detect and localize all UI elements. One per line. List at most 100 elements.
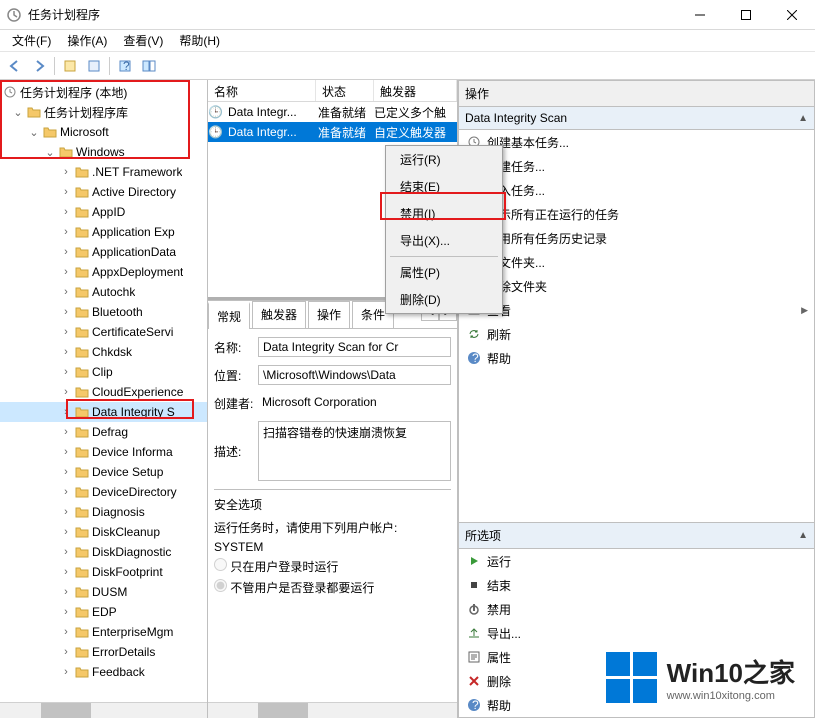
close-button[interactable] xyxy=(769,0,815,30)
expand-icon[interactable]: › xyxy=(58,646,74,658)
tree-folder[interactable]: ›DiskFootprint xyxy=(0,562,207,582)
actions-section-title2[interactable]: 所选项 ▲ xyxy=(458,523,815,549)
tree-folder[interactable]: ›DiskDiagnostic xyxy=(0,542,207,562)
tree-folder[interactable]: ›CertificateServi xyxy=(0,322,207,342)
tree-folder[interactable]: ›EnterpriseMgm xyxy=(0,622,207,642)
tab-actions[interactable]: 操作 xyxy=(308,301,350,328)
menu-action[interactable]: 操作(A) xyxy=(59,30,115,51)
tree-pane[interactable]: 任务计划程序 (本地) ⌄ 任务计划程序库 ⌄ Microsoft ⌄ Wind… xyxy=(0,80,208,718)
scrollbar-horizontal[interactable] xyxy=(208,702,457,718)
tree-folder[interactable]: ›Device Informa xyxy=(0,442,207,462)
tab-triggers[interactable]: 触发器 xyxy=(252,301,306,328)
action-export[interactable]: 导出... xyxy=(459,621,814,645)
ctx-run[interactable]: 运行(R) xyxy=(386,146,502,173)
tree-folder[interactable]: ›.NET Framework xyxy=(0,162,207,182)
action-task[interactable]: 创建任务... xyxy=(459,154,814,178)
action-import[interactable]: 导入任务... xyxy=(459,178,814,202)
tool-properties[interactable] xyxy=(83,55,105,77)
tree-library[interactable]: ⌄ 任务计划程序库 xyxy=(0,102,207,122)
col-name[interactable]: 名称 xyxy=(208,80,316,101)
expand-icon[interactable]: ⌄ xyxy=(26,126,42,139)
tree-folder[interactable]: ›Bluetooth xyxy=(0,302,207,322)
task-row[interactable]: 🕒 Data Integr... 准备就绪 已定义多个触 xyxy=(208,102,457,122)
tree-folder[interactable]: ›CloudExperience xyxy=(0,382,207,402)
action-enable[interactable]: 启用所有任务历史记录 xyxy=(459,226,814,250)
expand-icon[interactable]: › xyxy=(58,506,74,518)
expand-icon[interactable]: › xyxy=(58,386,74,398)
tree-folder[interactable]: ›Clip xyxy=(0,362,207,382)
forward-button[interactable] xyxy=(28,55,50,77)
expand-icon[interactable]: › xyxy=(58,566,74,578)
back-button[interactable] xyxy=(4,55,26,77)
expand-icon[interactable]: › xyxy=(58,406,74,418)
action-show[interactable]: 显示所有正在运行的任务 xyxy=(459,202,814,226)
expand-icon[interactable]: › xyxy=(58,166,74,178)
expand-icon[interactable]: › xyxy=(58,206,74,218)
task-row[interactable]: 🕒 Data Integr... 准备就绪 自定义触发器 xyxy=(208,122,457,142)
tree-folder[interactable]: ›ApplicationData xyxy=(0,242,207,262)
collapse-icon[interactable]: ▲ xyxy=(798,530,808,541)
tree-folder[interactable]: ›DUSM xyxy=(0,582,207,602)
tree-folder[interactable]: ›Application Exp xyxy=(0,222,207,242)
ctx-delete[interactable]: 删除(D) xyxy=(386,286,502,313)
ctx-properties[interactable]: 属性(P) xyxy=(386,259,502,286)
expand-icon[interactable]: › xyxy=(58,486,74,498)
action-view[interactable]: 查看▶ xyxy=(459,298,814,322)
tree-folder[interactable]: ›Active Directory xyxy=(0,182,207,202)
col-trigger[interactable]: 触发器 xyxy=(374,80,457,101)
expand-icon[interactable]: › xyxy=(58,446,74,458)
expand-icon[interactable]: › xyxy=(58,466,74,478)
tree-folder[interactable]: ›Feedback xyxy=(0,662,207,682)
expand-icon[interactable]: › xyxy=(58,306,74,318)
tree-folder[interactable]: ›Data Integrity S xyxy=(0,402,207,422)
expand-icon[interactable]: › xyxy=(58,286,74,298)
tree-windows[interactable]: ⌄ Windows xyxy=(0,142,207,162)
expand-icon[interactable]: › xyxy=(58,346,74,358)
expand-icon[interactable]: › xyxy=(58,626,74,638)
action-task[interactable]: 创建基本任务... xyxy=(459,130,814,154)
action-newf[interactable]: 新文件夹... xyxy=(459,250,814,274)
actions-section-title[interactable]: Data Integrity Scan ▲ xyxy=(458,107,815,130)
expand-icon[interactable]: › xyxy=(58,426,74,438)
tool-help[interactable]: ? xyxy=(114,55,136,77)
expand-icon[interactable]: › xyxy=(58,366,74,378)
expand-icon[interactable]: › xyxy=(58,326,74,338)
tree-folder[interactable]: ›DiskCleanup xyxy=(0,522,207,542)
ctx-end[interactable]: 结束(E) xyxy=(386,173,502,200)
tree-folder[interactable]: ›Autochk xyxy=(0,282,207,302)
expand-icon[interactable]: › xyxy=(58,606,74,618)
tree-folder[interactable]: ›AppxDeployment xyxy=(0,262,207,282)
tree-folder[interactable]: ›AppID xyxy=(0,202,207,222)
ctx-export[interactable]: 导出(X)... xyxy=(386,227,502,254)
tree-folder[interactable]: ›DeviceDirectory xyxy=(0,482,207,502)
tree-folder[interactable]: ›Device Setup xyxy=(0,462,207,482)
radio-logged-in[interactable]: 只在用户登录时运行 xyxy=(214,560,338,574)
tab-general[interactable]: 常规 xyxy=(208,302,250,329)
maximize-button[interactable] xyxy=(723,0,769,30)
tree-microsoft[interactable]: ⌄ Microsoft xyxy=(0,122,207,142)
action-end[interactable]: 结束 xyxy=(459,573,814,597)
expand-icon[interactable]: ⌄ xyxy=(10,106,26,119)
tree-root[interactable]: 任务计划程序 (本地) xyxy=(0,82,207,102)
ctx-disable[interactable]: 禁用(I) xyxy=(386,200,502,227)
expand-icon[interactable]: › xyxy=(58,266,74,278)
action-refresh[interactable]: 刷新 xyxy=(459,322,814,346)
expand-icon[interactable]: › xyxy=(58,246,74,258)
expand-icon[interactable]: ⌄ xyxy=(42,146,58,159)
tool-new[interactable] xyxy=(59,55,81,77)
action-run[interactable]: 运行 xyxy=(459,549,814,573)
tool-preview[interactable] xyxy=(138,55,160,77)
expand-icon[interactable]: › xyxy=(58,586,74,598)
menu-view[interactable]: 查看(V) xyxy=(115,30,171,51)
tree-folder[interactable]: ›ErrorDetails xyxy=(0,642,207,662)
action-delf[interactable]: 删除文件夹 xyxy=(459,274,814,298)
tree-folder[interactable]: ›EDP xyxy=(0,602,207,622)
scrollbar-horizontal[interactable] xyxy=(0,702,207,718)
expand-icon[interactable]: › xyxy=(58,186,74,198)
action-disable[interactable]: 禁用 xyxy=(459,597,814,621)
menu-file[interactable]: 文件(F) xyxy=(4,30,59,51)
col-status[interactable]: 状态 xyxy=(316,80,374,101)
menu-help[interactable]: 帮助(H) xyxy=(171,30,228,51)
expand-icon[interactable]: › xyxy=(58,546,74,558)
tree-folder[interactable]: ›Chkdsk xyxy=(0,342,207,362)
